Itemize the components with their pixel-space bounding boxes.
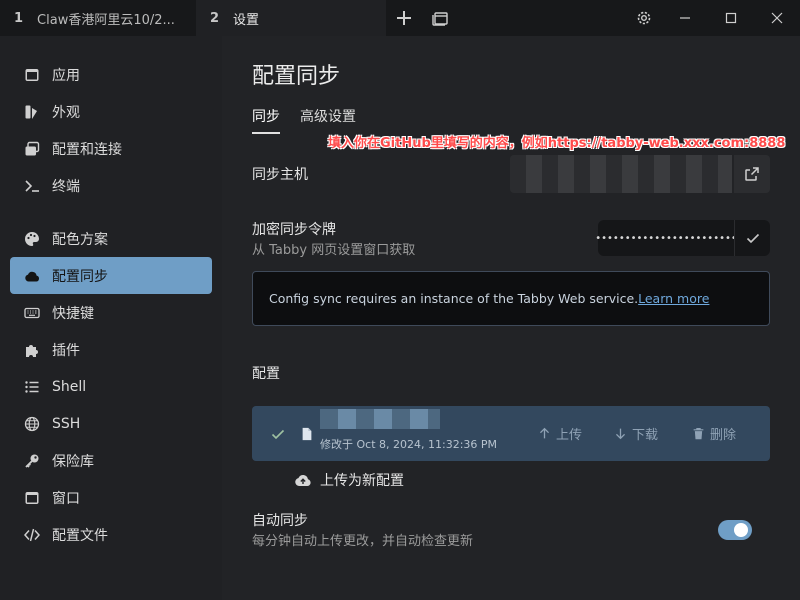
open-host-button[interactable] — [734, 155, 770, 193]
plus-icon — [397, 11, 411, 25]
configs-label: 配置 — [252, 366, 280, 382]
code-icon — [24, 528, 40, 541]
profiles-button[interactable] — [422, 0, 458, 36]
appearance-icon — [25, 105, 37, 119]
upload-new-config-button[interactable]: 上传为新配置 — [294, 470, 404, 490]
tab-number: 1 — [14, 10, 24, 26]
sidebar-item-label: 保险库 — [52, 453, 94, 470]
settings-button[interactable] — [626, 0, 662, 36]
close-icon — [771, 12, 783, 24]
sidebar-item-terminal[interactable]: 终端 — [10, 167, 212, 204]
tab-label: Claw香港阿里云10/2... — [37, 12, 175, 28]
puzzle-icon — [26, 344, 38, 357]
settings-sidebar: 应用 外观 配置和连接 终端 配色方案 配置同步 快捷键 插件 Shell SS… — [0, 36, 222, 600]
tab-number: 2 — [210, 10, 220, 26]
tab-sync[interactable]: 同步 — [252, 106, 280, 134]
title-bar: 1 Claw香港阿里云10/2... 2 设置 — [0, 0, 800, 36]
sidebar-item-label: 终端 — [52, 178, 80, 195]
sidebar-item-color-scheme[interactable]: 配色方案 — [10, 220, 212, 257]
upload-config-button[interactable]: 上传 — [538, 424, 582, 443]
palette-icon — [25, 231, 39, 246]
toggle-knob — [734, 523, 748, 537]
sidebar-item-config-file[interactable]: 配置文件 — [10, 516, 212, 553]
config-modified-date: 修改于 Oct 8, 2024, 11:32:36 PM — [320, 438, 498, 451]
sidebar-item-label: Shell — [52, 378, 87, 395]
sidebar-item-shell[interactable]: Shell — [10, 368, 212, 405]
sidebar-item-application[interactable]: 应用 — [10, 56, 212, 93]
window-icon — [25, 491, 39, 504]
upload-new-label: 上传为新配置 — [320, 473, 404, 489]
sidebar-item-label: 配色方案 — [52, 231, 108, 248]
maximize-icon — [725, 12, 737, 24]
download-label: 下载 — [632, 428, 659, 443]
upload-label: 上传 — [556, 428, 583, 443]
tab-advanced[interactable]: 高级设置 — [300, 106, 356, 134]
delete-config-button[interactable]: 删除 — [692, 424, 736, 443]
sidebar-item-label: 快捷键 — [52, 305, 94, 322]
subtab-bar: 同步 高级设置 — [252, 106, 376, 134]
tab-settings[interactable]: 2 设置 — [196, 0, 386, 36]
download-config-button[interactable]: 下载 — [614, 424, 658, 443]
config-name-redacted — [320, 409, 440, 429]
close-button[interactable] — [754, 0, 800, 36]
sidebar-item-label: 应用 — [52, 67, 80, 84]
confirm-token-button[interactable] — [734, 220, 770, 256]
sidebar-item-vault[interactable]: 保险库 — [10, 442, 212, 479]
keyboard-icon — [24, 307, 40, 318]
maximize-button[interactable] — [708, 0, 754, 36]
sidebar-item-hotkeys[interactable]: 快捷键 — [10, 294, 212, 331]
profiles-icon — [25, 141, 40, 155]
cloud-icon — [25, 271, 40, 281]
tab-connection[interactable]: 1 Claw香港阿里云10/2... — [0, 0, 196, 36]
auto-sync-hint: 每分钟自动上传更改，并自动检查更新 — [252, 534, 474, 549]
check-icon — [746, 233, 759, 244]
sidebar-item-plugins[interactable]: 插件 — [10, 331, 212, 368]
sidebar-item-label: SSH — [52, 415, 81, 432]
info-text: Config sync requires an instance of the … — [269, 291, 639, 306]
sidebar-item-label: 插件 — [52, 342, 80, 359]
new-tab-button[interactable] — [386, 0, 422, 36]
red-annotation-text: 填入你在GitHub里填写的内容，例如https://tabby-web.xxx… — [328, 136, 786, 151]
sidebar-item-label: 外观 — [52, 104, 80, 121]
sidebar-item-ssh[interactable]: SSH — [10, 405, 212, 442]
delete-label: 删除 — [710, 428, 737, 443]
sidebar-item-config-sync[interactable]: 配置同步 — [10, 257, 212, 294]
sync-token-hint: 从 Tabby 网页设置窗口获取 — [252, 243, 416, 258]
sidebar-item-label: 配置文件 — [52, 527, 108, 544]
sync-host-label: 同步主机 — [252, 167, 308, 183]
sidebar-item-profiles[interactable]: 配置和连接 — [10, 130, 212, 167]
sync-host-input[interactable] — [510, 155, 732, 193]
sync-token-label: 加密同步令牌 — [252, 222, 336, 238]
sidebar-item-appearance[interactable]: 外观 — [10, 93, 212, 130]
window-stack-icon — [432, 12, 448, 26]
info-alert: Config sync requires an instance of the … — [252, 271, 770, 326]
gear-icon — [637, 11, 651, 25]
minimize-icon — [680, 17, 690, 19]
page-title: 配置同步 — [252, 64, 341, 89]
sync-token-input[interactable]: •••••••••••••••••••••••• — [595, 220, 737, 256]
arrow-down-icon — [615, 428, 626, 440]
learn-more-link[interactable]: Learn more — [638, 291, 709, 306]
file-icon — [302, 427, 312, 440]
auto-sync-label: 自动同步 — [252, 513, 308, 529]
auto-sync-toggle[interactable] — [718, 520, 752, 540]
sidebar-item-label: 窗口 — [52, 490, 80, 507]
arrow-up-icon — [539, 427, 550, 439]
config-list-item[interactable]: 修改于 Oct 8, 2024, 11:32:36 PM 上传 下载 删除 — [252, 406, 770, 461]
list-icon — [25, 380, 39, 393]
minimize-button[interactable] — [662, 0, 708, 36]
trash-icon — [693, 428, 704, 440]
sidebar-item-label: 配置和连接 — [52, 141, 122, 158]
cloud-upload-icon — [295, 474, 311, 486]
sidebar-item-window[interactable]: 窗口 — [10, 479, 212, 516]
globe-icon — [24, 416, 40, 431]
window-icon — [25, 68, 39, 81]
sidebar-item-label: 配置同步 — [52, 268, 108, 285]
terminal-icon — [25, 179, 39, 192]
settings-content: 配置同步 同步 高级设置 填入你在GitHub里填写的内容，例如https://… — [222, 36, 800, 600]
check-icon — [271, 429, 285, 439]
external-link-icon — [745, 167, 759, 181]
key-icon — [25, 454, 39, 468]
tab-label: 设置 — [233, 12, 260, 28]
